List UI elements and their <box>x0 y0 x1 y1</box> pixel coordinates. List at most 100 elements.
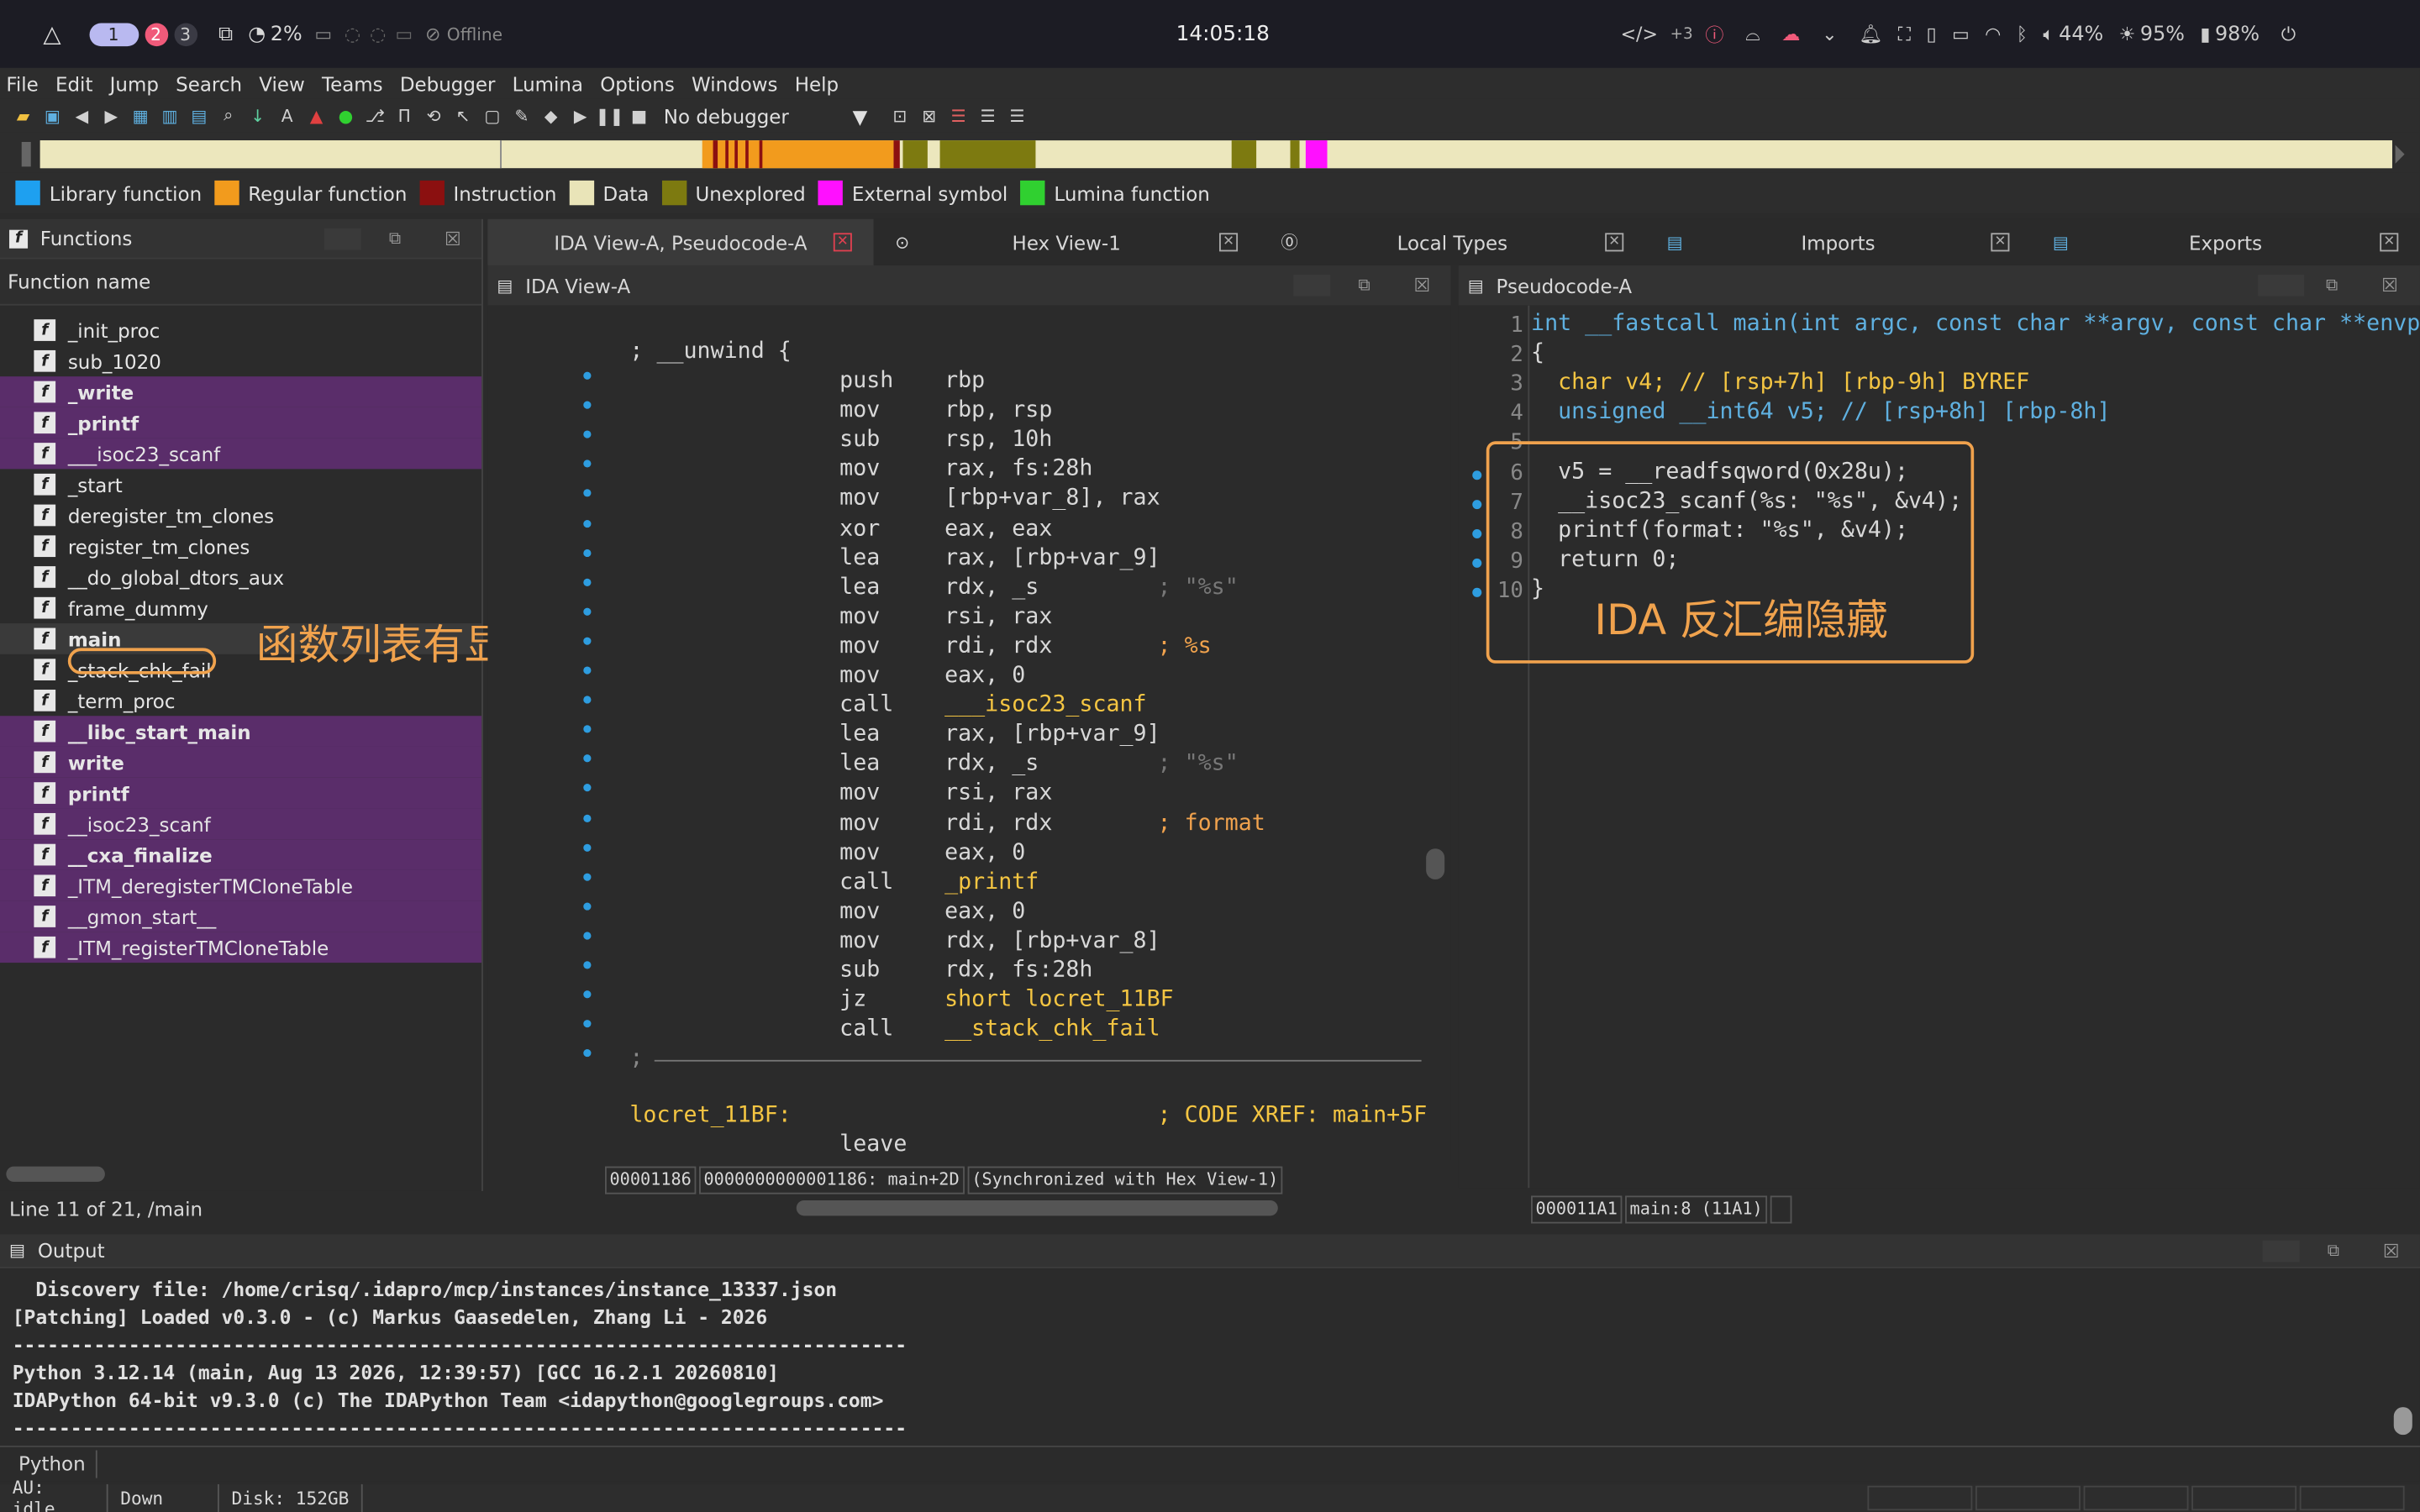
asm-operands[interactable]: _printf <box>944 869 1039 894</box>
breakpoint-dot[interactable] <box>583 401 592 409</box>
breakpoint-dot[interactable] <box>583 813 592 822</box>
workspace-2[interactable]: 2 <box>144 22 168 46</box>
panel-restore-icon[interactable]: ⧉ <box>389 228 401 249</box>
breakpoint-dot[interactable] <box>583 754 592 763</box>
stop-icon[interactable]: ■ <box>629 105 650 127</box>
menu-windows[interactable]: Windows <box>692 71 778 95</box>
asm-mnemonic[interactable]: xor <box>839 516 880 540</box>
function-row[interactable]: f _ITM_deregisterTMCloneTable <box>0 869 482 901</box>
breakpoint-dot[interactable] <box>583 990 592 999</box>
panel-close-icon[interactable]: ☒ <box>2383 1240 2400 1262</box>
asm-operands[interactable]: rax, [rbp+var_9] <box>944 722 1160 747</box>
asm-operands[interactable]: rsi, rax <box>944 781 1052 806</box>
breakpoint-dot[interactable] <box>1472 470 1482 480</box>
volume-icon[interactable]: 🔈︎ <box>2043 23 2054 46</box>
list-red-icon[interactable]: ☰ <box>948 105 970 127</box>
tab-close-icon[interactable]: ✕ <box>1991 233 2010 252</box>
code-icon[interactable]: </> <box>1621 24 1658 45</box>
asm-operands[interactable]: ___isoc23_scanf <box>944 693 1147 717</box>
patch-icon[interactable]: ✎ <box>511 105 533 127</box>
asm-operands[interactable]: rsp, 10h <box>944 428 1052 452</box>
function-row[interactable]: f printf <box>0 777 482 809</box>
asm-mnemonic[interactable]: lea <box>839 575 880 600</box>
asm-mnemonic[interactable]: mov <box>839 664 880 688</box>
breakpoint-dot[interactable] <box>583 666 592 675</box>
breakpoint-dot[interactable] <box>583 607 592 616</box>
function-row[interactable]: f __gmon_start__ <box>0 900 482 932</box>
red-warning-icon[interactable]: ▲ <box>306 105 328 127</box>
power-icon[interactable]: ⏻ <box>2281 23 2296 46</box>
panel-close-icon[interactable]: ☒ <box>2381 275 2398 297</box>
pseudo-line[interactable]: char v4; // [rsp+7h] [rbp-9h] BYREF <box>1531 370 2029 395</box>
asm-mnemonic[interactable]: mov <box>839 899 880 923</box>
forward-arrow-icon[interactable]: ▶ <box>100 105 122 127</box>
asm-mnemonic[interactable]: mov <box>839 486 880 511</box>
list-icon[interactable]: ☰ <box>977 105 999 127</box>
breakpoint-dot[interactable] <box>583 784 592 792</box>
asm-mnemonic[interactable]: jz <box>839 988 866 1012</box>
panel-restore-icon[interactable]: ⧉ <box>2326 275 2338 297</box>
functions-column-header[interactable]: Function name <box>0 259 482 306</box>
menu-options[interactable]: Options <box>600 71 675 95</box>
breakpoint-dot[interactable] <box>583 637 592 645</box>
proximity-view-icon[interactable]: ▤ <box>188 105 210 127</box>
function-row[interactable]: f write <box>0 746 482 778</box>
menu-jump[interactable]: Jump <box>110 71 159 95</box>
menu-debugger[interactable]: Debugger <box>400 71 496 95</box>
breakpoint-dot[interactable] <box>583 549 592 557</box>
camera-off-icon[interactable]: ▭ <box>1952 24 1970 45</box>
panel-float-icon[interactable] <box>324 227 361 249</box>
breakpoint-dot[interactable] <box>583 873 592 881</box>
asm-operands[interactable]: rdx, _s <box>944 575 1039 600</box>
asm-operands[interactable]: eax, 0 <box>944 664 1025 688</box>
python-prompt[interactable]: Python <box>0 1446 2420 1479</box>
navigation-band-bar[interactable] <box>0 133 2420 173</box>
menu-file[interactable]: File <box>6 71 38 95</box>
asm-mnemonic[interactable]: call <box>839 693 893 717</box>
workspace-1[interactable]: 1 <box>88 22 139 46</box>
asm-operands[interactable]: rdi, rdx <box>944 634 1052 659</box>
tab-imports[interactable]: ▤ Imports ✕ <box>1645 219 2031 265</box>
function-row[interactable]: f _write <box>0 376 482 407</box>
battery-icon[interactable]: ▮ <box>2200 24 2210 45</box>
breakpoint-dot[interactable] <box>583 578 592 586</box>
asm-mnemonic[interactable]: sub <box>839 428 880 452</box>
list-indent-icon[interactable]: ☰ <box>1007 105 1028 127</box>
run-icon[interactable]: ▶ <box>570 105 592 127</box>
asm-operands[interactable]: rax, [rbp+var_9] <box>944 545 1160 570</box>
jump-down-icon[interactable]: ↓ <box>247 105 269 127</box>
asm-operands[interactable]: __stack_chk_fail <box>944 1017 1160 1042</box>
tab-close-icon[interactable]: ✕ <box>1219 233 1239 252</box>
breakpoint-dot[interactable] <box>583 519 592 528</box>
breakpoint-dot[interactable] <box>1472 558 1482 568</box>
function-row[interactable]: f _start <box>0 469 481 500</box>
asm-operands[interactable]: rbp <box>944 369 985 393</box>
breakpoint-dot[interactable] <box>583 961 592 969</box>
breakpoint-dot[interactable] <box>583 725 592 733</box>
breakpoint-dot[interactable] <box>583 489 592 498</box>
text-format-icon[interactable]: A <box>276 105 298 127</box>
pseudo-line[interactable]: { <box>1531 341 1544 365</box>
screenshot-icon[interactable]: ⛶ <box>1898 23 1911 46</box>
brightness-icon[interactable]: ☀ <box>2119 24 2136 45</box>
tab-local-types[interactable]: ⓪ Local Types ✕ <box>1260 219 1645 265</box>
asm-operands[interactable]: rbp, rsp <box>944 398 1052 423</box>
function-row[interactable]: f __do_global_dtors_aux <box>0 562 481 593</box>
asm-mnemonic[interactable]: mov <box>839 840 880 864</box>
menu-view[interactable]: View <box>259 71 304 95</box>
function-row[interactable]: f _term_proc <box>0 685 481 717</box>
breakpoint-dot[interactable] <box>1472 528 1482 538</box>
asm-operands[interactable]: eax, 0 <box>944 899 1025 923</box>
diamond-icon[interactable]: ◆ <box>540 105 562 127</box>
asm-operands[interactable]: rdx, [rbp+var_8] <box>944 929 1160 953</box>
panel-float-icon[interactable] <box>1293 274 1331 297</box>
locret-label[interactable]: locret_11BF: <box>629 1103 791 1127</box>
xref-comment[interactable]: ; CODE XREF: main+5F <box>1158 1103 1428 1127</box>
breakpoint-dot[interactable] <box>583 371 592 380</box>
breakpoint-dot[interactable] <box>583 696 592 704</box>
speedometer-icon[interactable]: ⌓ <box>1745 23 1760 46</box>
breakpoint-dot[interactable] <box>1472 499 1482 509</box>
cloud-icon[interactable]: ☁ <box>1781 24 1800 45</box>
function-row[interactable]: f __isoc23_scanf <box>0 808 482 840</box>
asm-operands[interactable]: [rbp+var_8], rax <box>944 486 1160 511</box>
